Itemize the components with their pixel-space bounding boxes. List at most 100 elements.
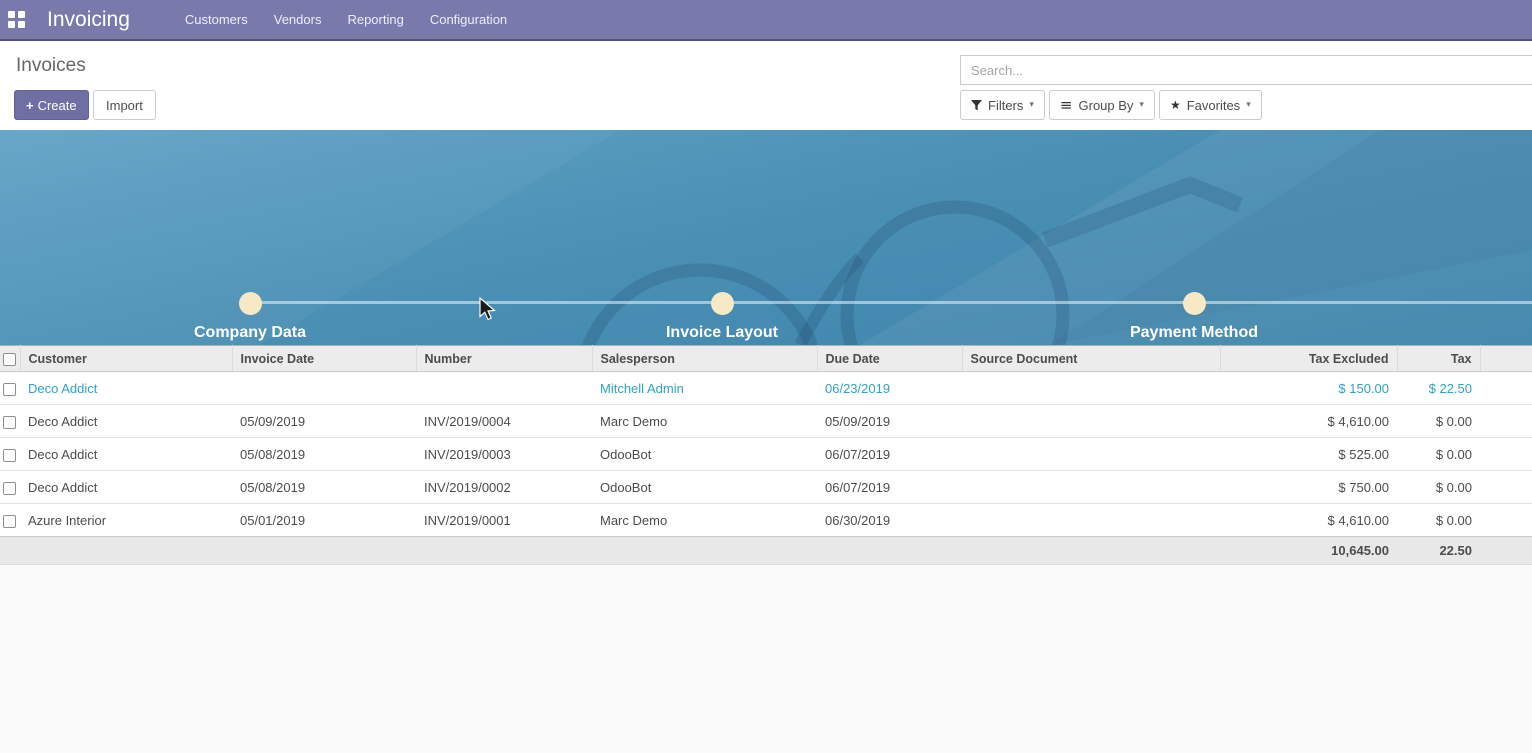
cell-salesperson: Mitchell Admin bbox=[592, 372, 817, 405]
cell-tax: $ 0.00 bbox=[1397, 438, 1480, 471]
cell-tax-excluded: $ 525.00 bbox=[1220, 438, 1397, 471]
cell-customer: Deco Addict bbox=[20, 372, 232, 405]
cell-due-date: 06/23/2019 bbox=[817, 372, 962, 405]
column-header-source-document[interactable]: Source Document bbox=[962, 346, 1220, 372]
total-tax-excluded: 10,645.00 bbox=[1220, 537, 1397, 565]
column-header-invoice-date[interactable]: Invoice Date bbox=[232, 346, 416, 372]
create-button[interactable]: + Create bbox=[14, 90, 89, 120]
cell-salesperson: Marc Demo bbox=[592, 504, 817, 537]
filters-button[interactable]: Filters ▾ bbox=[960, 90, 1045, 120]
menu-customers[interactable]: Customers bbox=[172, 12, 261, 27]
import-button[interactable]: Import bbox=[93, 90, 156, 120]
group-by-button[interactable]: ≡ Group By ▾ bbox=[1049, 90, 1155, 120]
cell-customer: Deco Addict bbox=[20, 405, 232, 438]
cell-salesperson: OdooBot bbox=[592, 438, 817, 471]
total-tax: 22.50 bbox=[1397, 537, 1480, 565]
apps-menu-icon[interactable] bbox=[8, 11, 25, 28]
cell-tax: $ 0.00 bbox=[1397, 405, 1480, 438]
onboarding-step-invoice-layout: Invoice Layout Customize the look of you… bbox=[486, 324, 958, 345]
menu-configuration[interactable]: Configuration bbox=[417, 12, 520, 27]
cell-number: INV/2019/0003 bbox=[416, 438, 592, 471]
table-row[interactable]: Deco Addict 05/08/2019 INV/2019/0003 Odo… bbox=[0, 438, 1532, 471]
plus-icon: + bbox=[26, 98, 34, 113]
onboarding-progress-line bbox=[250, 301, 1532, 304]
chevron-down-icon: ▾ bbox=[1139, 100, 1144, 110]
column-header-tax[interactable]: Tax bbox=[1397, 346, 1480, 372]
search-input[interactable] bbox=[960, 55, 1532, 85]
cell-spacer bbox=[1480, 504, 1532, 537]
menu-vendors[interactable]: Vendors bbox=[261, 12, 335, 27]
cell-number bbox=[416, 372, 592, 405]
cell-source-document bbox=[962, 372, 1220, 405]
favorites-button[interactable]: ★ Favorites ▾ bbox=[1159, 90, 1262, 120]
cell-invoice-date: 05/01/2019 bbox=[232, 504, 416, 537]
group-by-button-label: Group By bbox=[1079, 98, 1134, 113]
group-by-icon: ≡ bbox=[1060, 96, 1073, 114]
step-dot-invoice-layout bbox=[711, 292, 734, 315]
cell-tax: $ 0.00 bbox=[1397, 504, 1480, 537]
filters-button-label: Filters bbox=[988, 98, 1023, 113]
select-all-checkbox[interactable] bbox=[3, 353, 16, 366]
cell-invoice-date: 05/08/2019 bbox=[232, 471, 416, 504]
cell-tax-excluded: $ 4,610.00 bbox=[1220, 405, 1397, 438]
star-icon: ★ bbox=[1170, 98, 1181, 112]
row-checkbox[interactable] bbox=[3, 482, 16, 495]
step-dot-payment-method bbox=[1183, 292, 1206, 315]
cell-customer: Deco Addict bbox=[20, 471, 232, 504]
cell-source-document bbox=[962, 504, 1220, 537]
step-title: Invoice Layout bbox=[486, 324, 958, 342]
row-checkbox[interactable] bbox=[3, 515, 16, 528]
table-row[interactable]: Deco Addict Mitchell Admin 06/23/2019 $ … bbox=[0, 372, 1532, 405]
search-options-bar: Filters ▾ ≡ Group By ▾ ★ Favorites ▾ bbox=[960, 90, 1262, 120]
main-menu: Customers Vendors Reporting Configuratio… bbox=[172, 0, 520, 39]
row-checkbox[interactable] bbox=[3, 416, 16, 429]
cell-invoice-date: 05/08/2019 bbox=[232, 438, 416, 471]
cell-spacer bbox=[1480, 471, 1532, 504]
control-panel: Invoices +Create Import Filters ▾ ≡ Grou… bbox=[0, 41, 1532, 130]
cell-source-document bbox=[962, 438, 1220, 471]
chevron-down-icon: ▾ bbox=[1246, 100, 1251, 110]
invoice-list: Customer Invoice Date Number Salesperson… bbox=[0, 345, 1532, 565]
column-header-tax-excluded[interactable]: Tax Excluded bbox=[1220, 346, 1397, 372]
import-button-label: Import bbox=[106, 98, 143, 113]
onboarding-step-payment-method: Payment Method Configure your payment me… bbox=[958, 324, 1430, 345]
cell-due-date: 06/30/2019 bbox=[817, 504, 962, 537]
banner-background-decor bbox=[0, 130, 1532, 345]
column-header-salesperson[interactable]: Salesperson bbox=[592, 346, 817, 372]
favorites-button-label: Favorites bbox=[1187, 98, 1240, 113]
row-checkbox[interactable] bbox=[3, 383, 16, 396]
create-button-label: Create bbox=[38, 98, 77, 113]
table-header-row: Customer Invoice Date Number Salesperson… bbox=[0, 346, 1532, 372]
cell-due-date: 05/09/2019 bbox=[817, 405, 962, 438]
chevron-down-icon: ▾ bbox=[1029, 100, 1034, 110]
row-checkbox[interactable] bbox=[3, 449, 16, 462]
table-row[interactable]: Azure Interior 05/01/2019 INV/2019/0001 … bbox=[0, 504, 1532, 537]
table-row[interactable]: Deco Addict 05/08/2019 INV/2019/0002 Odo… bbox=[0, 471, 1532, 504]
cell-tax-excluded: $ 4,610.00 bbox=[1220, 504, 1397, 537]
cell-spacer bbox=[1480, 438, 1532, 471]
cell-number: INV/2019/0004 bbox=[416, 405, 592, 438]
cell-tax-excluded: $ 750.00 bbox=[1220, 471, 1397, 504]
cell-source-document bbox=[962, 471, 1220, 504]
cell-salesperson: OdooBot bbox=[592, 471, 817, 504]
step-dot-company-data bbox=[239, 292, 262, 315]
cell-spacer bbox=[1480, 372, 1532, 405]
cell-customer: Azure Interior bbox=[20, 504, 232, 537]
table-totals-row: 10,645.00 22.50 bbox=[0, 537, 1532, 565]
cell-source-document bbox=[962, 405, 1220, 438]
column-header-number[interactable]: Number bbox=[416, 346, 592, 372]
column-header-due-date[interactable]: Due Date bbox=[817, 346, 962, 372]
menu-reporting[interactable]: Reporting bbox=[334, 12, 416, 27]
column-header-customer[interactable]: Customer bbox=[20, 346, 232, 372]
cell-tax: $ 22.50 bbox=[1397, 372, 1480, 405]
cell-spacer bbox=[1480, 405, 1532, 438]
cell-tax-excluded: $ 150.00 bbox=[1220, 372, 1397, 405]
invoice-table: Customer Invoice Date Number Salesperson… bbox=[0, 345, 1532, 565]
cell-salesperson: Marc Demo bbox=[592, 405, 817, 438]
table-row[interactable]: Deco Addict 05/09/2019 INV/2019/0004 Mar… bbox=[0, 405, 1532, 438]
cell-customer: Deco Addict bbox=[20, 438, 232, 471]
app-brand-title[interactable]: Invoicing bbox=[47, 8, 130, 32]
column-header-spacer bbox=[1480, 346, 1532, 372]
filter-funnel-icon bbox=[971, 100, 982, 111]
onboarding-banner: Company Data Set your company's data for… bbox=[0, 130, 1532, 345]
